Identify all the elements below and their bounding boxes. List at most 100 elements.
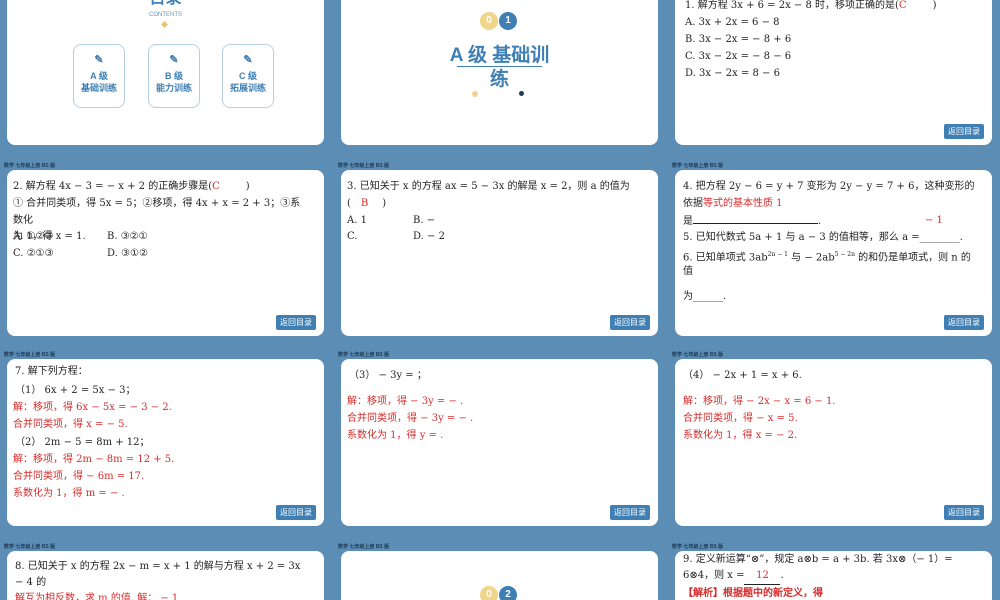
back-to-toc-button[interactable]: 返回目录 xyxy=(276,315,316,330)
q2-steps-cont: 数化 xyxy=(13,215,33,226)
q4-line2-text: 依据 xyxy=(683,198,703,209)
q4-blank xyxy=(693,212,818,224)
header-tag: 数学 七年级上册 BS 版 xyxy=(672,544,724,550)
slide-q3: 3. 已知关于 x 的方程 ax = 5 − 3x 的解是 x = 2，则 a … xyxy=(341,170,658,336)
slide-q4-q6: 4. 把方程 2y − 6 = y + 7 变形为 2y − y = 7 + 6… xyxy=(675,170,992,336)
toc-card-c[interactable]: ✎ C 级 拓展训练 xyxy=(222,44,274,108)
toc-card-a-line1: A 级 xyxy=(90,71,108,81)
back-to-toc-button[interactable]: 返回目录 xyxy=(944,315,984,330)
q7-part3-step3: 系数化为 1，得 y = . xyxy=(347,430,444,441)
q2-option-b[interactable]: B. ③②① xyxy=(107,228,148,245)
dot-decoration xyxy=(519,91,524,96)
back-to-toc-button[interactable]: 返回目录 xyxy=(610,505,650,520)
edit-icon: ✎ xyxy=(243,54,253,66)
section-number-digit-a: 0 xyxy=(480,586,498,600)
back-to-toc-button[interactable]: 返回目录 xyxy=(944,124,984,139)
q7-part1-step2: 合并同类项，得 x = − 5. xyxy=(13,419,128,430)
q1-option-d[interactable]: D. 3x − 2x = 8 − 6 xyxy=(685,65,780,82)
q4-line2: 依据等式的基本性质 1 xyxy=(683,195,783,212)
diamond-icon xyxy=(160,20,169,29)
q7-part2-step1: 解：移项，得 2m − 8m = 12 + 5. xyxy=(13,454,175,465)
q6-line2: 值 xyxy=(683,266,693,277)
section-number: 0 1 xyxy=(480,12,520,32)
q2-paren-close: ) xyxy=(245,181,250,192)
q6-stem: 6. 已知单项式 3ab2n − 1 与 − 2ab5 − 2n 的和仍是单项式… xyxy=(683,246,971,266)
q2-option-a[interactable]: A. ①②③ xyxy=(13,228,53,245)
q2-option-c[interactable]: C. ②①③ xyxy=(13,245,54,262)
q7-part4: （4） − 2x + 1 = x + 6. xyxy=(683,370,802,381)
q8-solution: 解互为相反数，求 m 的值. 解： − 1 xyxy=(15,593,179,600)
toc-card-b-line1: B 级 xyxy=(164,71,183,81)
toc-title: 目录 xyxy=(7,0,324,8)
toc-card-c-line2: 拓展训练 xyxy=(229,83,266,93)
header-tag: 数学 七年级上册 BS 版 xyxy=(672,352,724,358)
q6-text-b: 与 − 2ab xyxy=(787,252,835,264)
q3-option-c[interactable]: C. xyxy=(347,228,357,245)
header-tag: 数学 七年级上册 BS 版 xyxy=(338,544,390,550)
q9-stem: 9. 定义新运算“⊗”，规定 a⊗b = a + 3b. 若 3x⊗（− 1）= xyxy=(683,554,953,565)
pencil-icon: ✎ xyxy=(94,54,104,66)
q8-stem: 8. 已知关于 x 的方程 2x − m = x + 1 的解与方程 x + 2… xyxy=(15,561,301,572)
q2-option-d[interactable]: D. ③①② xyxy=(107,245,148,262)
toc-card-a[interactable]: ✎ A 级 基础训练 xyxy=(73,44,125,108)
q3-option-d[interactable]: D. − 2 xyxy=(413,228,445,245)
q7-part3-step2: 合并同类项，得 − 3y = − . xyxy=(347,413,474,424)
toc-subtitle: CONTENTS xyxy=(149,12,182,18)
toc-card-c-line1: C 级 xyxy=(238,71,257,81)
back-to-toc-button[interactable]: 返回目录 xyxy=(276,505,316,520)
slide-section-a: 0 1 A 级 基础训 练 xyxy=(341,0,658,145)
q8-stem-cont: − 4 的 xyxy=(15,577,47,588)
q9-stem-cont: 6⊗4，则 x = 12. xyxy=(683,567,784,585)
q2-stem: 2. 解方程 4x − 3 = − x + 2 的正确步骤是(C) xyxy=(13,178,250,195)
q3-answer: B xyxy=(360,198,369,209)
q7-part2-step3: 系数化为 1，得 m = − . xyxy=(13,488,125,499)
slide-section-b: 0 2 xyxy=(341,551,658,600)
q4-line3-text: 是 xyxy=(683,216,693,227)
q2-answer: C xyxy=(212,181,220,192)
section-title: A 级 基础训 xyxy=(449,45,550,66)
slide-q9: 9. 定义新运算“⊗”，规定 a⊗b = a + 3b. 若 3x⊗（− 1）=… xyxy=(675,551,992,600)
q3-option-a[interactable]: A. 1 xyxy=(347,212,367,229)
q6-exponent-b: 5 − 2n xyxy=(834,251,855,258)
header-tag: 数学 七年级上册 BS 版 xyxy=(338,352,390,358)
slide-q7: 7. 解下列方程： （1） 6x + 2 = 5x − 3； 解：移项，得 6x… xyxy=(7,359,324,526)
q7-part1-step1: 解：移项，得 6x − 5x = − 3 − 2. xyxy=(13,402,172,413)
q1-stem-text: 1. 解方程 3x + 6 = 2x − 8 时，移项正确的是 xyxy=(685,0,896,11)
section-title-line2: 练 xyxy=(489,69,509,90)
q7-part2-step2: 合并同类项，得 − 6m = 17. xyxy=(13,471,145,482)
back-to-toc-button[interactable]: 返回目录 xyxy=(610,315,650,330)
q2-stem-text: 2. 解方程 4x − 3 = − x + 2 的正确步骤是 xyxy=(13,181,209,192)
slide-toc: 目录 CONTENTS ✎ A 级 基础训练 ✎ B 级 能力训练 ✎ C 级 … xyxy=(7,0,324,145)
q7-stem: 7. 解下列方程： xyxy=(15,366,88,377)
slide-q7-part4: （4） − 2x + 1 = x + 6. 解：移项，得 − 2x − x = … xyxy=(675,359,992,526)
q7-part4-step1: 解：移项，得 − 2x − x = 6 − 1. xyxy=(683,396,836,407)
header-tag: 数学 七年级上册 BS 版 xyxy=(4,352,56,358)
toc-card-b[interactable]: ✎ B 级 能力训练 xyxy=(148,44,200,108)
header-tag: 数学 七年级上册 BS 版 xyxy=(338,163,390,169)
q7-part4-step2: 合并同类项，得 − x = 5. xyxy=(683,413,798,424)
edit-icon: ✎ xyxy=(169,54,179,66)
q7-part4-step3: 系数化为 1，得 x = − 2. xyxy=(683,430,798,441)
q9-answer: 12 xyxy=(744,567,781,585)
q6-line3: 为______. xyxy=(683,291,727,302)
q1-option-b[interactable]: B. 3x − 2x = − 8 + 6 xyxy=(685,31,791,48)
section-number-digit-b: 2 xyxy=(499,586,517,600)
q1-option-a[interactable]: A. 3x + 2x = 6 − 8 xyxy=(685,14,780,31)
header-tag: 数学 七年级上册 BS 版 xyxy=(4,544,56,550)
section-number: 0 2 xyxy=(480,586,520,600)
q3-paren-close: ) xyxy=(382,198,387,209)
q3-option-b[interactable]: B. − xyxy=(413,212,435,229)
q4-answer: 等式的基本性质 1 xyxy=(703,198,783,209)
header-tag: 数学 七年级上册 BS 版 xyxy=(672,163,724,169)
q4-line3: 是. xyxy=(683,212,821,230)
q1-option-c[interactable]: C. 3x − 2x = − 8 − 6 xyxy=(685,48,791,65)
q1-paren-close: ) xyxy=(932,0,937,11)
section-number-digit-b: 1 xyxy=(499,12,517,30)
section-number-digit-a: 0 xyxy=(480,12,498,30)
q9-analysis: 【解析】根据题中的新定义，得 xyxy=(683,588,823,599)
slide-q2: 2. 解方程 4x − 3 = − x + 2 的正确步骤是(C) ① 合并同类… xyxy=(7,170,324,336)
back-to-toc-button[interactable]: 返回目录 xyxy=(944,505,984,520)
q5-stem: 5. 已知代数式 5a + 1 与 a − 3 的值相等，那么 a =_____… xyxy=(683,232,963,243)
q3-paren-open: ( xyxy=(347,198,351,209)
header-tag: 数学 七年级上册 BS 版 xyxy=(4,163,56,169)
